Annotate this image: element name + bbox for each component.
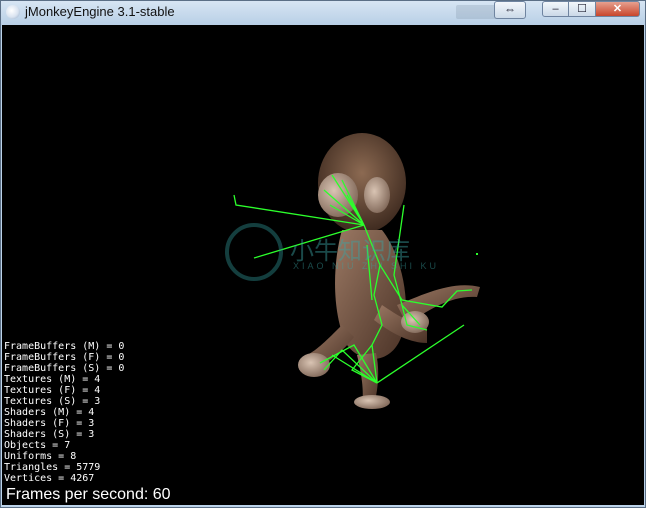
app-window: jMonkeyEngine 3.1-stable ⇔ – ☐ ✕ 小牛知识库 X… — [0, 0, 646, 508]
stat-line: Textures (M) = 4 — [4, 374, 101, 385]
monkey-ear — [364, 177, 390, 213]
stat-line: Shaders (S) = 3 — [4, 429, 95, 440]
watermark-subtext: XIAO NIU ZHI SHI KU — [293, 261, 440, 271]
minimize-button[interactable]: – — [542, 1, 569, 17]
render-viewport[interactable]: 小牛知识库 XIAO NIU ZHI SHI KU FrameBuffers (… — [2, 25, 644, 505]
skeleton-point — [476, 253, 478, 255]
title-bar[interactable]: jMonkeyEngine 3.1-stable ⇔ – ☐ ✕ — [1, 1, 645, 25]
stat-line: Shaders (M) = 4 — [4, 407, 95, 418]
monkey-foot — [354, 395, 390, 409]
maximize-button[interactable]: ☐ — [569, 1, 596, 17]
stats-overlay: FrameBuffers (M) = 0 FrameBuffers (F) = … — [4, 341, 124, 484]
monkey-hand-left — [298, 353, 330, 377]
jmonkey-app-icon — [6, 5, 20, 19]
stat-line: Objects = 7 — [4, 440, 71, 451]
stat-line: Shaders (F) = 3 — [4, 418, 95, 429]
close-button[interactable]: ✕ — [596, 1, 640, 17]
watermark: 小牛知识库 XIAO NIU ZHI SHI KU — [225, 223, 436, 283]
stat-line: FrameBuffers (S) = 0 — [4, 363, 125, 374]
window-controls: – ☐ ✕ — [542, 1, 640, 17]
stat-line: Textures (S) = 3 — [4, 396, 101, 407]
fps-counter: Frames per second: 60 — [6, 486, 171, 503]
watermark-logo-icon — [225, 223, 283, 281]
move-icon[interactable]: ⇔ — [494, 1, 526, 19]
stat-line: FrameBuffers (F) = 0 — [4, 352, 125, 363]
window-title: jMonkeyEngine 3.1-stable — [25, 4, 175, 19]
stat-line: Uniforms = 8 — [4, 451, 77, 462]
stat-line: FrameBuffers (M) = 0 — [4, 341, 125, 352]
stat-line: Textures (F) = 4 — [4, 385, 101, 396]
stat-line: Vertices = 4267 — [4, 473, 95, 484]
stat-line: Triangles = 5779 — [4, 462, 101, 473]
